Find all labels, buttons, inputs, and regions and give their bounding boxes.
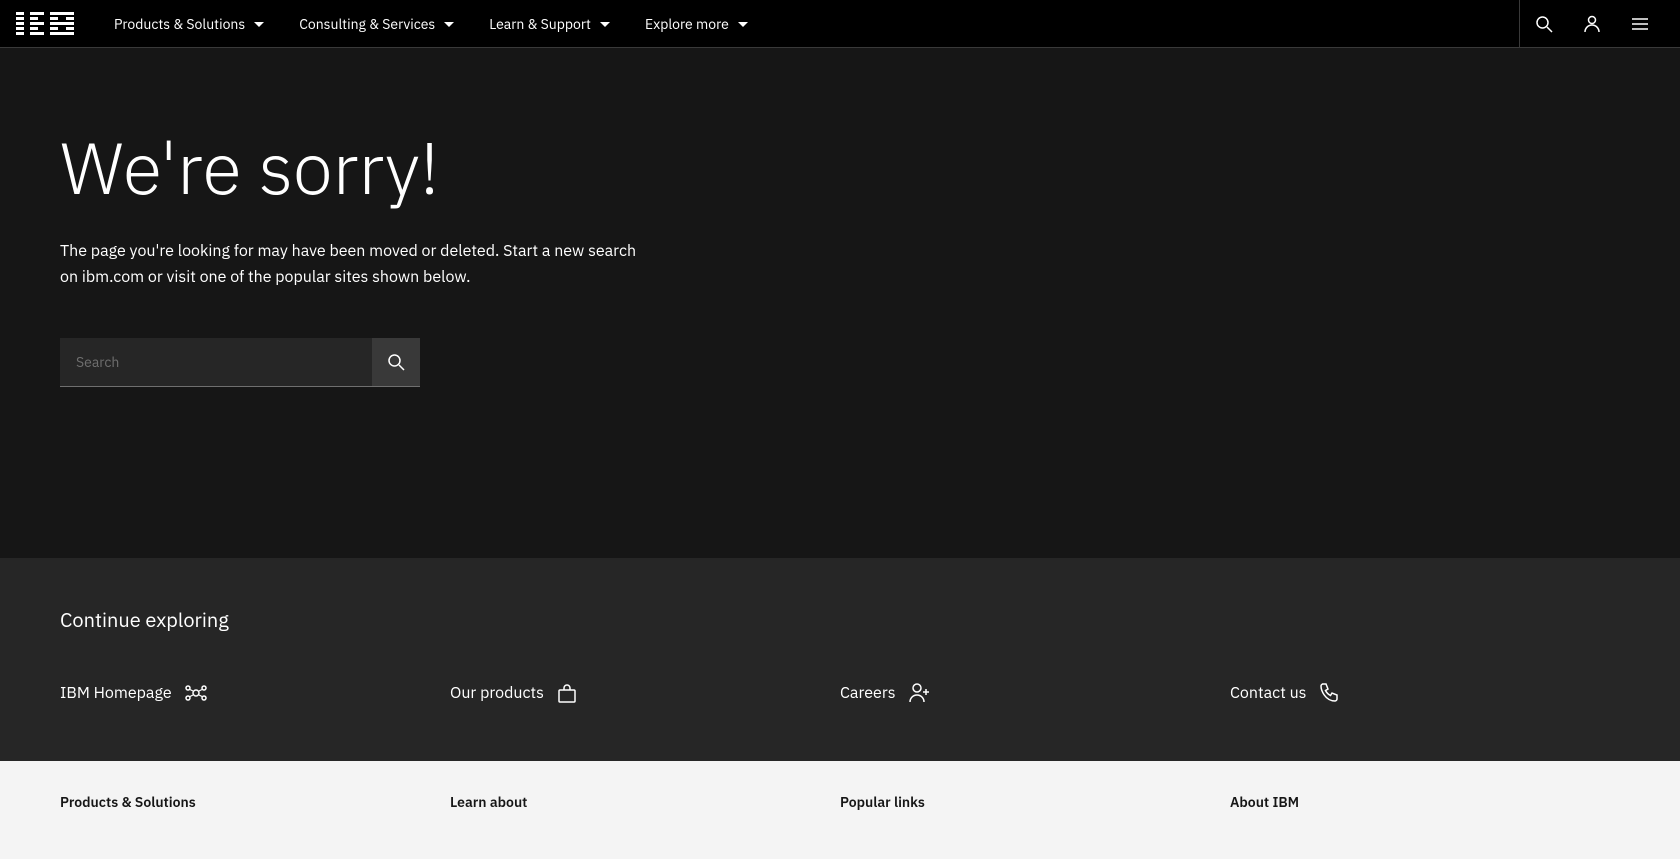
navbar-right <box>1520 0 1664 48</box>
chevron-down-icon-2 <box>597 16 613 32</box>
navbar: Products & Solutions Consulting & Servic… <box>0 0 1680 48</box>
search-submit-icon <box>386 352 406 372</box>
footer-learn-title: Learn about <box>450 793 840 811</box>
error-description: The page you're looking for may have bee… <box>60 239 640 290</box>
error-title: We're sorry! <box>60 128 1620 207</box>
careers-label: Careers <box>840 683 896 703</box>
chevron-down-icon-1 <box>441 16 457 32</box>
continue-exploring-title: Continue exploring <box>60 606 1620 633</box>
careers-link[interactable]: Careers <box>840 673 1230 713</box>
footer-about-title: About IBM <box>1230 793 1620 811</box>
footer-products-title: Products & Solutions <box>60 793 450 811</box>
search-input[interactable] <box>60 341 372 383</box>
contact-us-link[interactable]: Contact us <box>1230 673 1620 713</box>
nav-learn-support[interactable]: Learn & Support <box>473 0 629 48</box>
footer-col-products: Products & Solutions <box>60 793 450 827</box>
user-icon <box>1582 14 1602 34</box>
contact-us-icon <box>1318 682 1340 704</box>
search-button[interactable] <box>1520 0 1568 48</box>
main-content: We're sorry! The page you're looking for… <box>0 48 1680 558</box>
footer-col-about: About IBM <box>1230 793 1620 827</box>
our-products-label: Our products <box>450 683 544 703</box>
user-profile-button[interactable] <box>1568 0 1616 48</box>
nav-explore-more[interactable]: Explore more <box>629 0 767 48</box>
footer-columns: Products & Solutions Learn about Popular… <box>60 793 1620 827</box>
search-form <box>60 338 420 387</box>
ibm-logo[interactable] <box>16 12 74 35</box>
ibm-homepage-label: IBM Homepage <box>60 683 172 703</box>
chevron-down-icon-3 <box>735 16 751 32</box>
our-products-link[interactable]: Our products <box>450 673 840 713</box>
search-submit-button[interactable] <box>372 338 420 386</box>
footer-col-popular: Popular links <box>840 793 1230 827</box>
continue-exploring-section: Continue exploring IBM Homepage <box>0 558 1680 761</box>
nav-consulting-services[interactable]: Consulting & Services <box>283 0 473 48</box>
careers-icon <box>908 681 932 705</box>
our-products-icon <box>556 682 578 704</box>
chevron-down-icon-0 <box>251 16 267 32</box>
ibm-homepage-icon <box>184 681 208 705</box>
explore-links: IBM Homepage Our products <box>60 673 1620 713</box>
hamburger-icon <box>1630 14 1650 34</box>
contact-us-label: Contact us <box>1230 683 1306 703</box>
search-icon <box>1534 14 1554 34</box>
footer-col-learn: Learn about <box>450 793 840 827</box>
nav-products-solutions[interactable]: Products & Solutions <box>98 0 283 48</box>
menu-button[interactable] <box>1616 0 1664 48</box>
footer: Products & Solutions Learn about Popular… <box>0 761 1680 859</box>
footer-popular-title: Popular links <box>840 793 1230 811</box>
ibm-homepage-link[interactable]: IBM Homepage <box>60 673 450 713</box>
